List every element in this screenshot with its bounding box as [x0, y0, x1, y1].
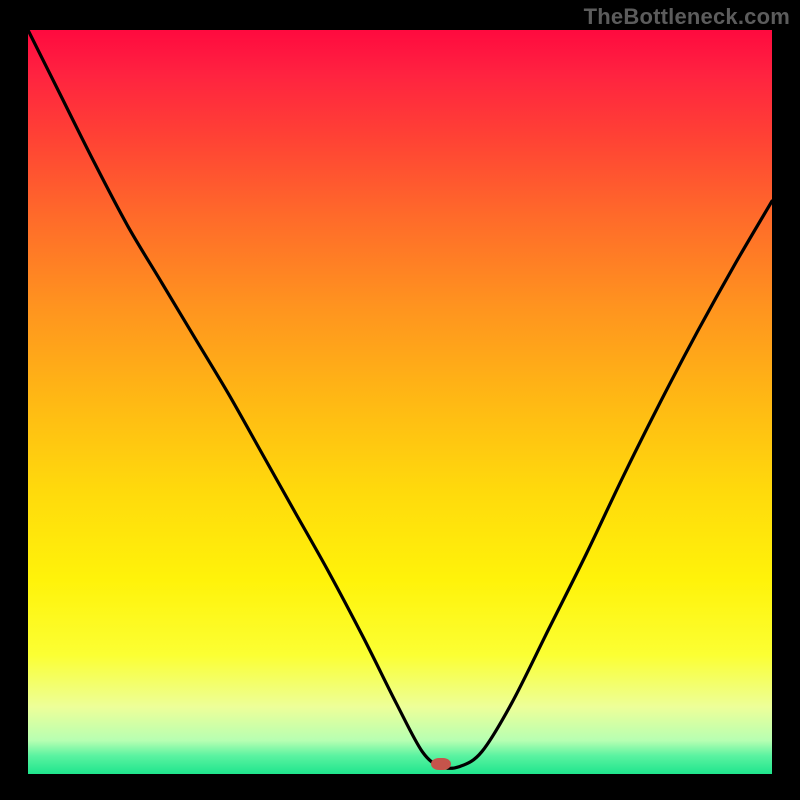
- optimum-marker: [431, 758, 451, 770]
- watermark-label: TheBottleneck.com: [584, 4, 790, 30]
- curve-path: [28, 30, 772, 768]
- bottleneck-curve: [28, 30, 772, 774]
- plot-area: [28, 30, 772, 774]
- chart-frame: TheBottleneck.com: [0, 0, 800, 800]
